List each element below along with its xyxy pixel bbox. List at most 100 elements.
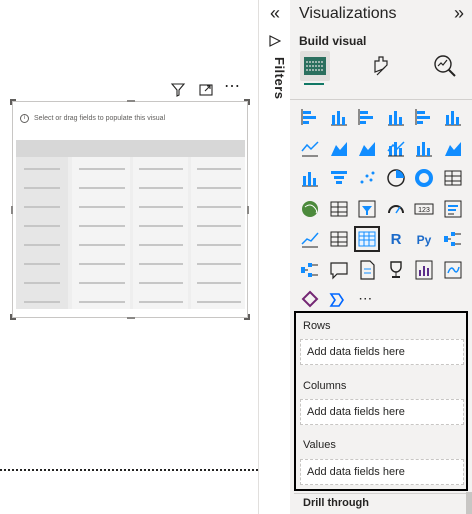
app-root: ⋯ i Select or drag fields to populate th… [0, 0, 472, 514]
resize-handle-bottom-right[interactable] [244, 314, 250, 320]
visual-types-gallery: 123 R Py ⋯ [298, 106, 470, 308]
power-apps-icon[interactable] [299, 289, 321, 311]
python-visual-icon[interactable]: Py [413, 228, 435, 250]
svg-text:R: R [390, 231, 401, 248]
matrix-skeleton-line [79, 244, 125, 246]
resize-handle-right[interactable] [247, 206, 249, 214]
matrix-skeleton-line [197, 301, 241, 303]
matrix-skeleton-line [197, 168, 241, 170]
matrix-skeleton-line [24, 301, 60, 303]
gauge-icon[interactable] [385, 198, 407, 220]
matrix-skeleton-line [197, 225, 241, 227]
format-visual-tab[interactable] [366, 51, 396, 81]
more-visuals-icon[interactable]: ⋯ [358, 291, 373, 305]
matrix-skeleton-line [197, 187, 241, 189]
stacked-area-chart-icon[interactable] [356, 137, 378, 159]
treemap-icon[interactable] [442, 167, 464, 189]
info-icon: i [20, 113, 29, 123]
kpi-icon[interactable] [299, 228, 321, 250]
active-tab-indicator [304, 83, 324, 85]
build-visual-tab[interactable] [300, 51, 330, 81]
ribbon-chart-icon[interactable] [442, 137, 464, 159]
shape-map-icon[interactable] [356, 198, 378, 220]
filter-icon[interactable] [170, 82, 186, 98]
multi-row-card-icon[interactable] [442, 198, 464, 220]
power-automate-icon[interactable] [328, 289, 350, 311]
analytics-tab[interactable] [430, 51, 460, 81]
clustered-bar-chart-icon[interactable] [356, 106, 378, 128]
collapse-visualizations-button[interactable]: » [450, 3, 468, 25]
matrix-skeleton-line [24, 263, 60, 265]
visual-hint-text: Select or drag fields to populate this v… [34, 114, 166, 122]
matrix-skeleton-line [79, 206, 125, 208]
matrix-skeleton-line [24, 225, 60, 227]
metrics-icon[interactable] [385, 259, 407, 281]
line-and-column-chart-icon[interactable] [385, 137, 407, 159]
matrix-skeleton-line [139, 206, 183, 208]
resize-handle-bottom-left[interactable] [10, 314, 16, 320]
collapse-filters-button[interactable]: « [266, 3, 284, 25]
funnel-chart-icon[interactable] [328, 167, 350, 189]
key-influencers-icon[interactable] [442, 228, 464, 250]
matrix-skeleton-line [139, 168, 183, 170]
drill-through-section-title[interactable]: Drill through [303, 497, 369, 509]
matrix-skeleton-line [79, 282, 125, 284]
qa-visual-icon[interactable] [328, 259, 350, 281]
stacked-column-chart-icon[interactable] [328, 106, 350, 128]
donut-chart-icon[interactable] [413, 167, 435, 189]
matrix-icon[interactable] [354, 226, 381, 252]
stacked-bar-chart-icon[interactable] [299, 106, 321, 128]
card-icon[interactable]: 123 [413, 198, 435, 220]
100-percent-column-chart-icon[interactable] [442, 106, 464, 128]
paginated-report-icon[interactable] [413, 259, 435, 281]
svg-text:Py: Py [417, 233, 432, 247]
filled-map-icon[interactable] [328, 198, 350, 220]
pane-divider [290, 99, 472, 100]
r-script-visual-icon[interactable]: R [385, 228, 407, 250]
clustered-column-chart-icon[interactable] [385, 106, 407, 128]
matrix-skeleton-line [24, 187, 60, 189]
100-percent-bar-chart-icon[interactable] [413, 106, 435, 128]
matrix-skeleton-line [139, 244, 183, 246]
filters-label[interactable]: Filters [263, 57, 287, 117]
line-chart-icon[interactable] [299, 137, 321, 159]
resize-handle-bottom[interactable] [127, 317, 135, 319]
matrix-skeleton-line [79, 225, 125, 227]
line-and-clustered-column-chart-icon[interactable] [413, 137, 435, 159]
matrix-skeleton-line [79, 263, 125, 265]
matrix-skeleton-line [197, 244, 241, 246]
area-chart-icon[interactable] [328, 137, 350, 159]
matrix-visual[interactable]: i Select or drag fields to populate this… [10, 99, 250, 320]
visual-placeholder-hint: i Select or drag fields to populate this… [20, 111, 165, 125]
rows-well-title: Rows [303, 320, 331, 332]
power-bi-visual-icon[interactable] [442, 259, 464, 281]
filters-pane-collapsed[interactable]: « Filters [258, 0, 290, 514]
rows-drop-zone[interactable]: Add data fields here [300, 339, 464, 365]
more-options-icon[interactable]: ⋯ [224, 79, 240, 98]
table-icon[interactable] [328, 228, 350, 250]
matrix-skeleton-line [24, 168, 60, 170]
focus-mode-icon[interactable] [198, 82, 214, 98]
matrix-skeleton-line [24, 206, 60, 208]
page-boundary-line [0, 469, 258, 471]
matrix-skeleton-column [191, 157, 245, 309]
resize-handle-top-left[interactable] [10, 99, 16, 105]
report-canvas[interactable]: ⋯ i Select or drag fields to populate th… [0, 0, 258, 514]
matrix-skeleton-column [133, 157, 188, 309]
visualizations-pane: Visualizations » Build visual 123 R Py ⋯… [290, 0, 472, 514]
pie-chart-icon[interactable] [385, 167, 407, 189]
decomposition-tree-icon[interactable] [299, 259, 321, 281]
resize-handle-left[interactable] [11, 206, 13, 214]
resize-handle-top[interactable] [127, 100, 135, 102]
map-icon[interactable] [299, 198, 321, 220]
scatter-chart-icon[interactable] [356, 167, 378, 189]
smart-narrative-icon[interactable] [356, 259, 378, 281]
magnifier-chart-icon [434, 55, 456, 77]
values-drop-zone[interactable]: Add data fields here [300, 459, 464, 485]
waterfall-chart-icon[interactable] [299, 167, 321, 189]
matrix-skeleton-line [79, 301, 125, 303]
columns-drop-zone[interactable]: Add data fields here [300, 399, 464, 425]
matrix-skeleton-line [139, 225, 183, 227]
resize-handle-top-right[interactable] [244, 99, 250, 105]
pane-scrollbar[interactable] [466, 492, 472, 514]
